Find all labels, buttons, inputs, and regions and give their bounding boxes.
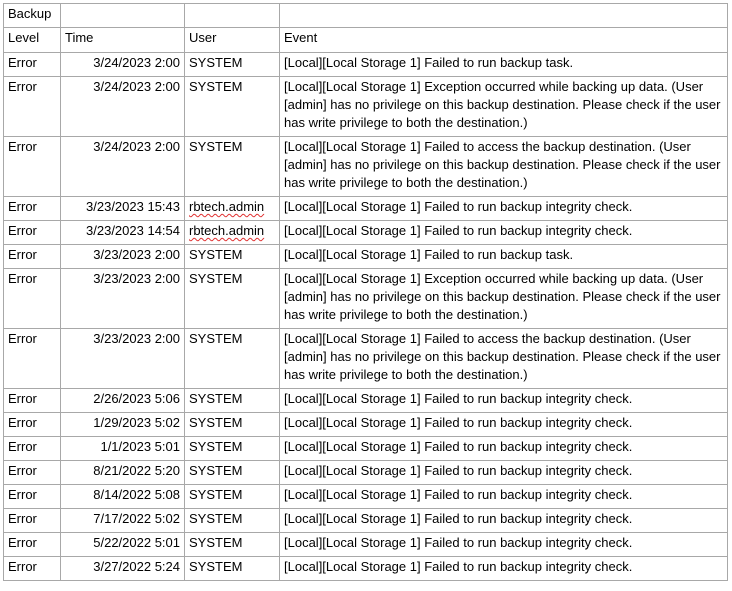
spellcheck-flagged-text: rbtech.admin	[189, 199, 265, 214]
table-row: Error 3/24/2023 2:00 SYSTEM [Local][Local S…	[3, 52, 728, 77]
user-cell[interactable]: SYSTEM	[184, 76, 280, 137]
level-cell[interactable]: Error	[3, 556, 61, 581]
user-cell[interactable]: SYSTEM	[184, 268, 280, 329]
header-time[interactable]: Time	[60, 27, 185, 53]
event-cell[interactable]: [Local][Local Storage 1] Failed to run b…	[279, 388, 728, 413]
level-cell[interactable]: Error	[3, 76, 61, 137]
table-row: Error 5/22/2022 5:01 SYSTEM [Local][Local S…	[3, 532, 728, 557]
level-cell[interactable]: Error	[3, 328, 61, 389]
time-cell[interactable]: 3/27/2022 5:24	[60, 556, 185, 581]
time-cell[interactable]: 3/23/2023 2:00	[60, 328, 185, 389]
user-cell[interactable]: SYSTEM	[184, 508, 280, 533]
time-cell[interactable]: 5/22/2022 5:01	[60, 532, 185, 557]
user-cell[interactable]: SYSTEM	[184, 460, 280, 485]
level-cell[interactable]: Error	[3, 532, 61, 557]
title-row: Backup	[3, 3, 728, 28]
empty-cell[interactable]	[60, 3, 185, 28]
table-row: Error 3/23/2023 15:43 rbtech.admin [Local][…	[3, 196, 728, 221]
event-cell[interactable]: [Local][Local Storage 1] Exception occur…	[279, 268, 728, 329]
user-cell[interactable]: SYSTEM	[184, 52, 280, 77]
event-cell[interactable]: [Local][Local Storage 1] Failed to run b…	[279, 220, 728, 245]
user-cell[interactable]: SYSTEM	[184, 556, 280, 581]
time-cell[interactable]: 3/23/2023 14:54	[60, 220, 185, 245]
table-row: Error 3/23/2023 2:00 SYSTEM [Local][Local S…	[3, 328, 728, 389]
level-cell[interactable]: Error	[3, 388, 61, 413]
time-cell[interactable]: 3/23/2023 2:00	[60, 244, 185, 269]
event-cell[interactable]: [Local][Local Storage 1] Failed to run b…	[279, 244, 728, 269]
event-cell[interactable]: [Local][Local Storage 1] Exception occur…	[279, 76, 728, 137]
time-cell[interactable]: 3/24/2023 2:00	[60, 136, 185, 197]
event-cell[interactable]: [Local][Local Storage 1] Failed to run b…	[279, 196, 728, 221]
level-cell[interactable]: Error	[3, 52, 61, 77]
event-cell[interactable]: [Local][Local Storage 1] Failed to acces…	[279, 136, 728, 197]
level-cell[interactable]: Error	[3, 136, 61, 197]
user-cell[interactable]: rbtech.admin	[184, 220, 280, 245]
level-cell[interactable]: Error	[3, 436, 61, 461]
level-cell[interactable]: Error	[3, 244, 61, 269]
header-level[interactable]: Level	[3, 27, 61, 53]
event-cell[interactable]: [Local][Local Storage 1] Failed to run b…	[279, 412, 728, 437]
time-cell[interactable]: 3/24/2023 2:00	[60, 76, 185, 137]
time-cell[interactable]: 8/21/2022 5:20	[60, 460, 185, 485]
header-user[interactable]: User	[184, 27, 280, 53]
time-cell[interactable]: 3/23/2023 2:00	[60, 268, 185, 329]
sheet-title-cell[interactable]: Backup	[3, 3, 61, 28]
header-event[interactable]: Event	[279, 27, 728, 53]
level-cell[interactable]: Error	[3, 268, 61, 329]
empty-cell[interactable]	[184, 3, 280, 28]
event-cell[interactable]: [Local][Local Storage 1] Failed to run b…	[279, 484, 728, 509]
level-cell[interactable]: Error	[3, 412, 61, 437]
event-cell[interactable]: [Local][Local Storage 1] Failed to run b…	[279, 532, 728, 557]
level-cell[interactable]: Error	[3, 484, 61, 509]
backup-log-table: Backup Level Time User Event Error 3/24/2…	[3, 3, 728, 581]
time-cell[interactable]: 1/1/2023 5:01	[60, 436, 185, 461]
user-cell[interactable]: SYSTEM	[184, 244, 280, 269]
event-cell[interactable]: [Local][Local Storage 1] Failed to run b…	[279, 436, 728, 461]
user-cell[interactable]: SYSTEM	[184, 412, 280, 437]
table-row: Error 3/27/2022 5:24 SYSTEM [Local][Local S…	[3, 556, 728, 581]
event-cell[interactable]: [Local][Local Storage 1] Failed to acces…	[279, 328, 728, 389]
level-cell[interactable]: Error	[3, 196, 61, 221]
time-cell[interactable]: 7/17/2022 5:02	[60, 508, 185, 533]
table-row: Error 3/23/2023 2:00 SYSTEM [Local][Local S…	[3, 268, 728, 329]
table-row: Error 7/17/2022 5:02 SYSTEM [Local][Local S…	[3, 508, 728, 533]
time-cell[interactable]: 3/23/2023 15:43	[60, 196, 185, 221]
event-cell[interactable]: [Local][Local Storage 1] Failed to run b…	[279, 460, 728, 485]
user-cell[interactable]: SYSTEM	[184, 388, 280, 413]
user-cell[interactable]: rbtech.admin	[184, 196, 280, 221]
user-cell[interactable]: SYSTEM	[184, 532, 280, 557]
level-cell[interactable]: Error	[3, 460, 61, 485]
time-cell[interactable]: 2/26/2023 5:06	[60, 388, 185, 413]
event-cell[interactable]: [Local][Local Storage 1] Failed to run b…	[279, 508, 728, 533]
table-row: Error 8/14/2022 5:08 SYSTEM [Local][Local S…	[3, 484, 728, 509]
table-row: Error 1/29/2023 5:02 SYSTEM [Local][Local S…	[3, 412, 728, 437]
time-cell[interactable]: 1/29/2023 5:02	[60, 412, 185, 437]
level-cell[interactable]: Error	[3, 220, 61, 245]
empty-cell[interactable]	[279, 3, 728, 28]
table-row: Error 2/26/2023 5:06 SYSTEM [Local][Local S…	[3, 388, 728, 413]
backup-log-sheet: Backup Level Time User Event Error 3/24/2…	[3, 3, 728, 581]
user-cell[interactable]: SYSTEM	[184, 436, 280, 461]
spellcheck-flagged-text: rbtech.admin	[189, 223, 265, 238]
table-row: Error 8/21/2022 5:20 SYSTEM [Local][Local S…	[3, 460, 728, 485]
user-cell[interactable]: SYSTEM	[184, 136, 280, 197]
event-cell[interactable]: [Local][Local Storage 1] Failed to run b…	[279, 52, 728, 77]
table-row: Error 3/23/2023 2:00 SYSTEM [Local][Local S…	[3, 244, 728, 269]
time-cell[interactable]: 3/24/2023 2:00	[60, 52, 185, 77]
user-cell[interactable]: SYSTEM	[184, 484, 280, 509]
level-cell[interactable]: Error	[3, 508, 61, 533]
event-cell[interactable]: [Local][Local Storage 1] Failed to run b…	[279, 556, 728, 581]
user-cell[interactable]: SYSTEM	[184, 328, 280, 389]
table-row: Error 1/1/2023 5:01 SYSTEM [Local][Local St…	[3, 436, 728, 461]
time-cell[interactable]: 8/14/2022 5:08	[60, 484, 185, 509]
table-row: Error 3/24/2023 2:00 SYSTEM [Local][Local S…	[3, 136, 728, 197]
table-row: Error 3/24/2023 2:00 SYSTEM [Local][Local S…	[3, 76, 728, 137]
header-row: Level Time User Event	[3, 27, 728, 53]
table-row: Error 3/23/2023 14:54 rbtech.admin [Local][…	[3, 220, 728, 245]
